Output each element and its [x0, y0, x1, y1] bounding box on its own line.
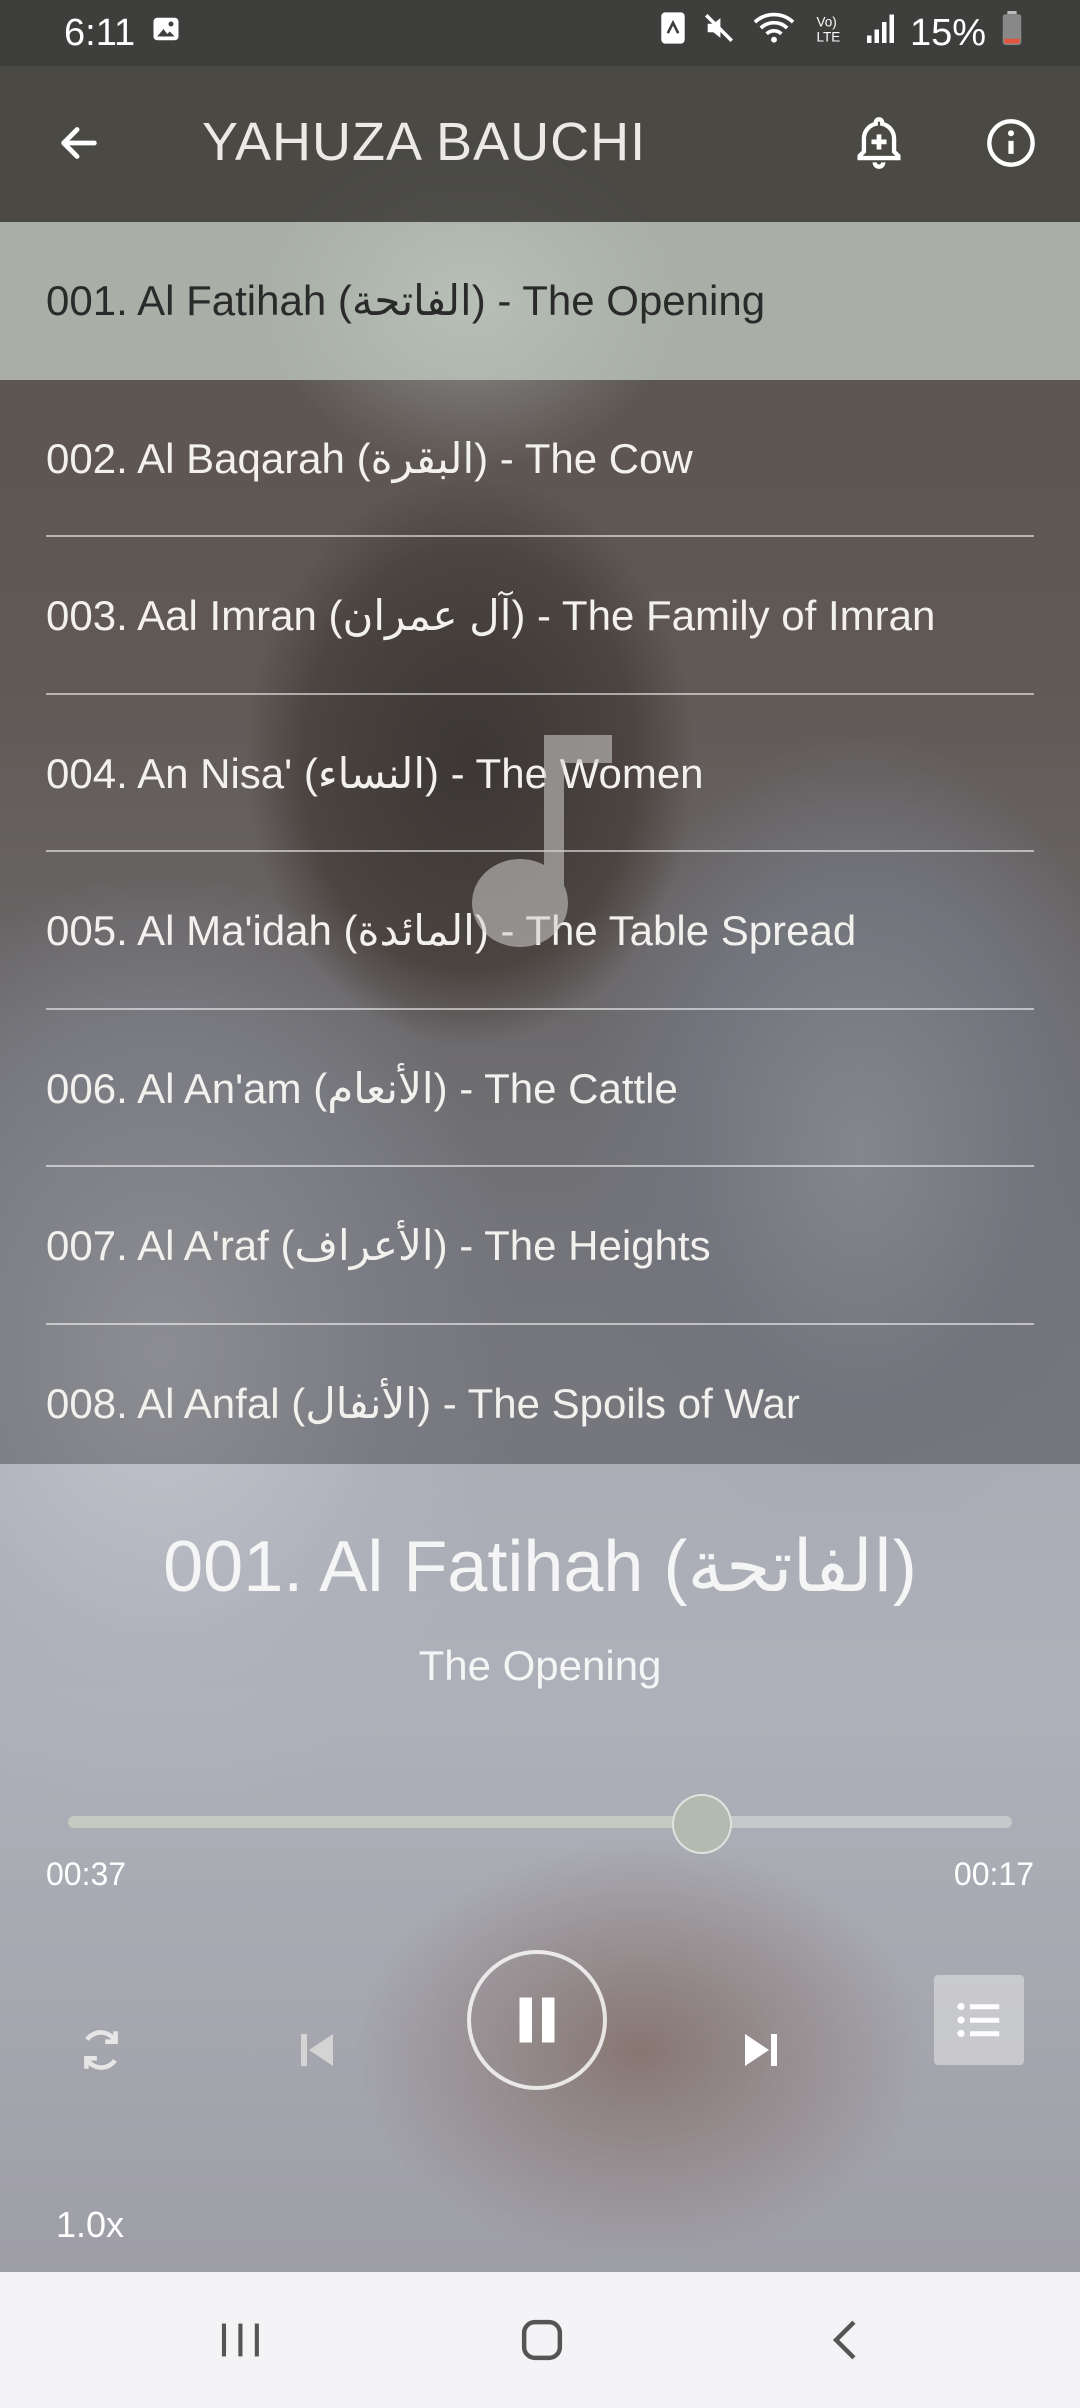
alarm-add-button[interactable] [846, 110, 912, 176]
list-item-label: 003. Aal Imran (آل عمران) - The Family o… [46, 592, 936, 640]
seek-bar-progress [68, 1816, 701, 1828]
image-icon [151, 14, 181, 52]
track-title: 001. Al Fatihah (الفاتحة) [163, 1527, 917, 1607]
home-icon [521, 2319, 563, 2361]
pause-icon [519, 1997, 555, 2043]
home-button[interactable] [507, 2310, 577, 2370]
system-nav-bar [0, 2272, 1080, 2408]
nfc-icon [660, 11, 686, 55]
list-item-label: 006. Al An'am (الأنعام) - The Cattle [46, 1064, 678, 1112]
list-item[interactable]: 002. Al Baqarah (البقرة) - The Cow [0, 380, 1080, 538]
info-icon [987, 119, 1035, 167]
list-item-label: 007. Al A'raf (الأعراف) - The Heights [46, 1222, 711, 1270]
mute-icon [702, 11, 736, 55]
list-item[interactable]: 003. Aal Imran (آل عمران) - The Family o… [0, 537, 1080, 695]
info-button[interactable] [978, 110, 1044, 176]
back-button[interactable] [46, 110, 112, 176]
repeat-button[interactable] [66, 2015, 136, 2085]
next-button[interactable] [726, 2015, 796, 2085]
status-bar: 6:11 Vo) LTE 15% [0, 0, 1080, 66]
player-panel: 001. Al Fatihah (الفاتحة) The Opening 00… [0, 1464, 1080, 2272]
queue-button[interactable] [934, 1975, 1024, 2065]
previous-button[interactable] [282, 2015, 352, 2085]
alarm-add-icon [857, 117, 901, 169]
seek-bar[interactable] [68, 1794, 1012, 1854]
list-item[interactable]: 007. Al A'raf (الأعراف) - The Heights [0, 1167, 1080, 1325]
svg-text:Vo): Vo) [816, 15, 836, 30]
elapsed-time: 00:37 [46, 1856, 127, 1892]
svg-text:LTE: LTE [816, 30, 840, 45]
seek-thumb[interactable] [672, 1794, 733, 1854]
list-item[interactable]: 006. Al An'am (الأنعام) - The Cattle [0, 1010, 1080, 1168]
list-item[interactable]: 001. Al Fatihah (الفاتحة) - The Opening [0, 222, 1080, 380]
list-item[interactable]: 008. Al Anfal (الأنفال) - The Spoils of … [0, 1325, 1080, 1483]
music-note-icon [460, 735, 620, 960]
list-item-label: 001. Al Fatihah (الفاتحة) - The Opening [46, 277, 766, 325]
battery-icon [1002, 11, 1022, 55]
chevron-left-icon [832, 2320, 856, 2360]
back-arrow-icon [61, 127, 97, 159]
list-item-label: 002. Al Baqarah (البقرة) - The Cow [46, 434, 693, 482]
app-bar: YAHUZA BAUCHI [0, 66, 1080, 222]
recents-icon [221, 2323, 259, 2357]
recents-button[interactable] [205, 2310, 275, 2370]
battery-text: 15% [909, 11, 986, 54]
list-item-label: 005. Al Ma'idah (المائدة) - The Table Sp… [46, 907, 857, 955]
status-time: 6:11 [64, 11, 136, 54]
previous-icon [301, 2034, 333, 2066]
queue-list-icon [957, 2002, 1000, 2038]
pause-button[interactable] [467, 1950, 607, 2090]
page-title: YAHUZA BAUCHI [202, 112, 647, 172]
signal-icon [864, 11, 894, 55]
remaining-time: 00:17 [953, 1856, 1034, 1892]
volte-icon: Vo) LTE [812, 11, 848, 55]
repeat-icon [84, 2030, 118, 2070]
system-back-button[interactable] [810, 2310, 880, 2370]
next-icon [745, 2034, 777, 2066]
wifi-icon [752, 11, 796, 55]
playback-speed[interactable]: 1.0x [56, 2204, 124, 2246]
list-item-label: 008. Al Anfal (الأنفال) - The Spoils of … [46, 1379, 800, 1427]
track-subtitle: The Opening [418, 1642, 662, 1689]
